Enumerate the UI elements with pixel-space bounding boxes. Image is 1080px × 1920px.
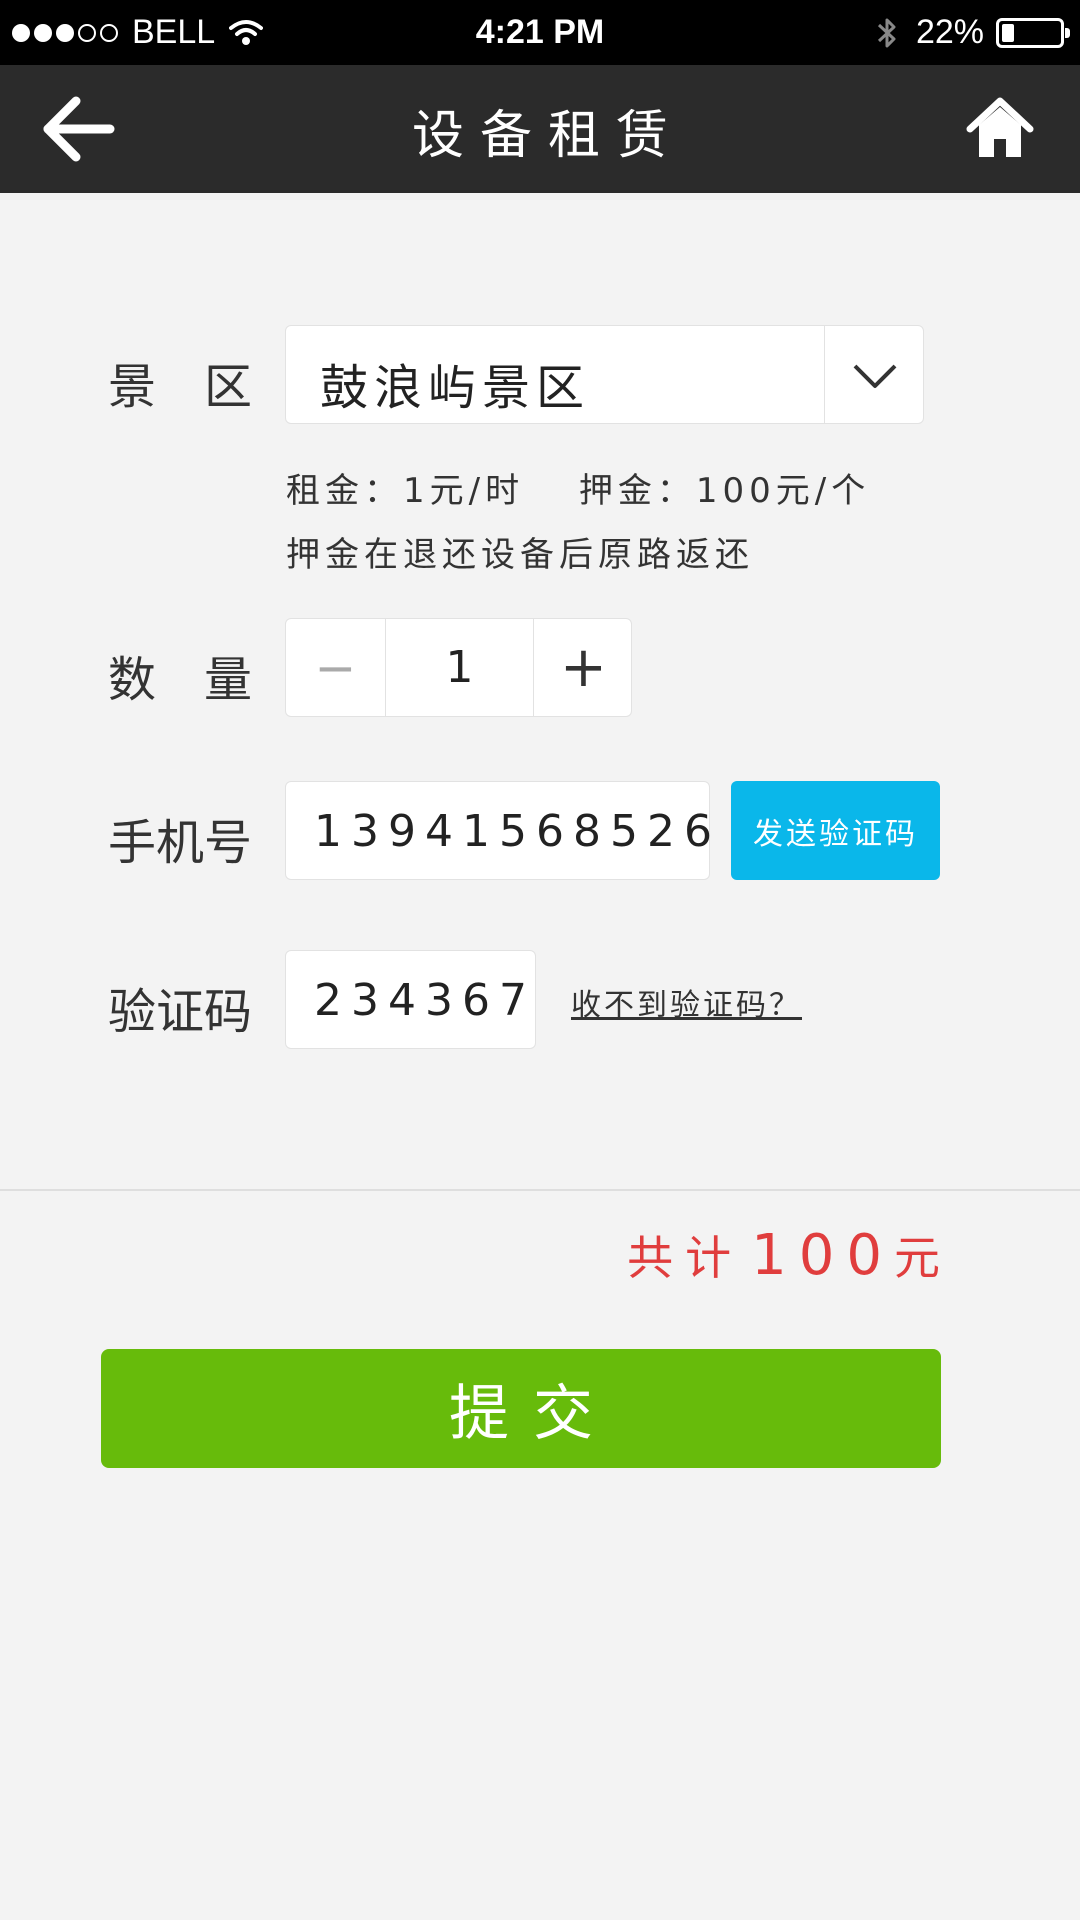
home-icon[interactable] (966, 95, 1034, 163)
plus-icon: + (560, 635, 607, 700)
verification-code-label: 验证码 (108, 984, 253, 1040)
status-bar: BELL 4:21 PM 22% (0, 0, 1080, 65)
total-amount: 100 (751, 1223, 894, 1288)
quantity-value-field[interactable]: 1 (386, 619, 533, 716)
total-prefix: 共计 (627, 1231, 744, 1285)
total-price: 共计 100 元 (627, 1222, 940, 1288)
scenic-area-value: 鼓浪屿景区 (320, 360, 591, 416)
chevron-down-icon[interactable] (851, 356, 899, 396)
phone-value: 13941568526 (314, 806, 721, 857)
minus-icon: − (314, 638, 357, 697)
quantity-value: 1 (445, 642, 474, 693)
battery-percent: 22% (915, 13, 984, 51)
phone-input[interactable]: 13941568526 (285, 781, 712, 880)
quantity-increment-button[interactable]: + (534, 619, 633, 716)
submit-button[interactable]: 提交 (101, 1349, 941, 1468)
verification-code-value: 234367 (314, 975, 536, 1026)
page-title: 设备租赁 (411, 106, 684, 166)
pricing-info: 租金：1元/时 押金：100元/个 (286, 471, 871, 511)
verification-code-input[interactable]: 234367 (285, 950, 536, 1049)
status-right: 22% (876, 13, 1070, 52)
scenic-area-select[interactable]: 鼓浪屿景区 (285, 325, 924, 424)
quantity-decrement-button[interactable]: − (286, 619, 385, 716)
code-not-received-link[interactable]: 收不到验证码？ (571, 980, 802, 1024)
total-unit: 元 (894, 1231, 940, 1285)
divider (0, 1189, 1080, 1191)
phone-label: 手机号 (108, 815, 253, 871)
send-code-button[interactable]: 发送验证码 (731, 781, 940, 880)
deposit-note: 押金在退还设备后原路返还 (286, 535, 754, 575)
quantity-label: 数 量 (108, 652, 253, 708)
bluetooth-icon (877, 18, 896, 47)
select-divider (824, 326, 825, 423)
nav-bar: 设备租赁 (0, 65, 1080, 193)
quantity-stepper: − 1 + (285, 618, 632, 717)
scenic-area-label: 景 区 (108, 359, 253, 415)
battery-icon (996, 17, 1070, 48)
